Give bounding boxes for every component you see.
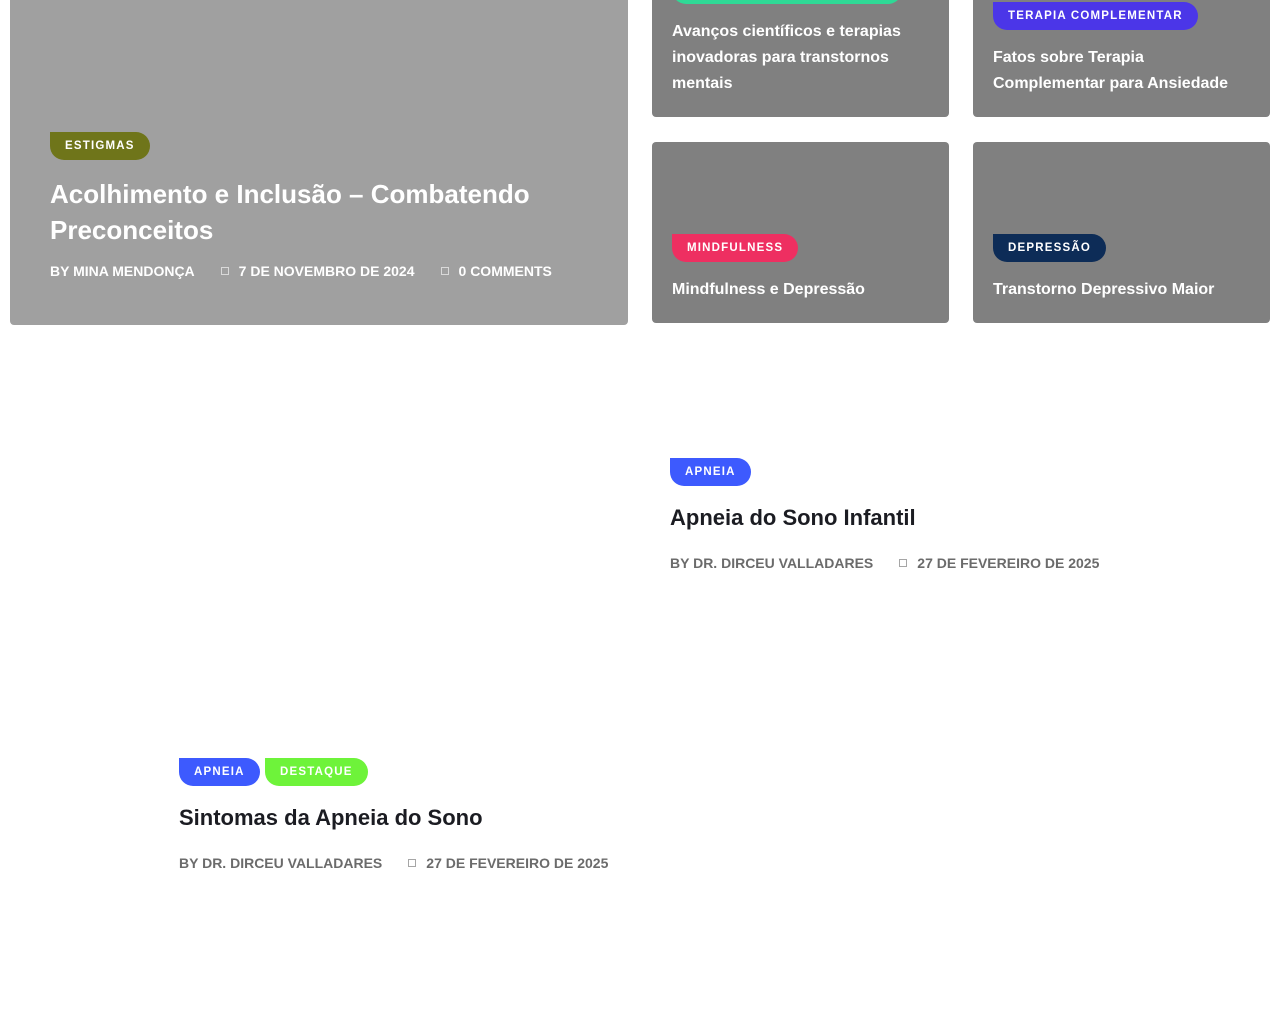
category-badge[interactable]	[672, 0, 902, 4]
post-author[interactable]: BY DR. DIRCEU VALLADARES	[179, 855, 382, 871]
category-badge-estigmas[interactable]: ESTIGMAS	[50, 132, 150, 160]
category-badge-apneia[interactable]: APNEIA	[179, 758, 260, 786]
category-badge-terapia-complementar[interactable]: TERAPIA COMPLEMENTAR	[993, 2, 1198, 30]
grid-post-card[interactable]: DEPRESSÃO Transtorno Depressivo Maior	[973, 142, 1270, 323]
post-date[interactable]: 27 DE FEVEREIRO DE 2025	[917, 555, 1099, 571]
post-meta: BY DR. DIRCEU VALLADARES 27 DE FEVEREIRO…	[670, 555, 1099, 571]
post-date[interactable]: 27 DE FEVEREIRO DE 2025	[426, 855, 608, 871]
post-meta: BY DR. DIRCEU VALLADARES 27 DE FEVEREIRO…	[179, 855, 608, 871]
post-title[interactable]: Sintomas da Apneia do Sono	[179, 805, 483, 831]
grid-post-title[interactable]: Mindfulness e Depressão	[672, 277, 932, 303]
category-badge-destaque[interactable]: DESTAQUE	[265, 758, 368, 786]
grid-post-card[interactable]: TERAPIA COMPLEMENTAR Fatos sobre Terapia…	[973, 0, 1270, 117]
grid-post-title[interactable]: Transtorno Depressivo Maior	[993, 277, 1253, 303]
calendar-icon	[220, 267, 229, 275]
comment-icon	[440, 267, 449, 275]
post-author[interactable]: BY DR. DIRCEU VALLADARES	[670, 555, 873, 571]
featured-post-card[interactable]: ESTIGMAS Acolhimento e Inclusão – Combat…	[10, 0, 628, 325]
calendar-icon	[899, 559, 908, 567]
post-date[interactable]: 7 DE NOVEMBRO DE 2024	[239, 263, 415, 279]
grid-post-card[interactable]: MINDFULNESS Mindfulness e Depressão	[652, 142, 949, 323]
grid-post-card[interactable]: Avanços científicos e terapias inovadora…	[652, 0, 949, 117]
category-badge-mindfulness[interactable]: MINDFULNESS	[672, 234, 799, 262]
grid-post-title[interactable]: Avanços científicos e terapias inovadora…	[672, 19, 932, 97]
post-title[interactable]: Apneia do Sono Infantil	[670, 505, 916, 531]
calendar-icon	[408, 859, 417, 867]
grid-post-title[interactable]: Fatos sobre Terapia Complementar para An…	[993, 45, 1243, 97]
post-comments[interactable]: 0 COMMENTS	[459, 263, 552, 279]
category-badge-apneia[interactable]: APNEIA	[670, 458, 751, 486]
featured-post-title[interactable]: Acolhimento e Inclusão – Combatendo Prec…	[50, 176, 590, 248]
post-author[interactable]: BY MINA MENDONÇA	[50, 263, 195, 279]
featured-post-meta: BY MINA MENDONÇA 7 DE NOVEMBRO DE 2024 0…	[50, 263, 552, 279]
category-badge-depressao[interactable]: DEPRESSÃO	[993, 234, 1107, 262]
